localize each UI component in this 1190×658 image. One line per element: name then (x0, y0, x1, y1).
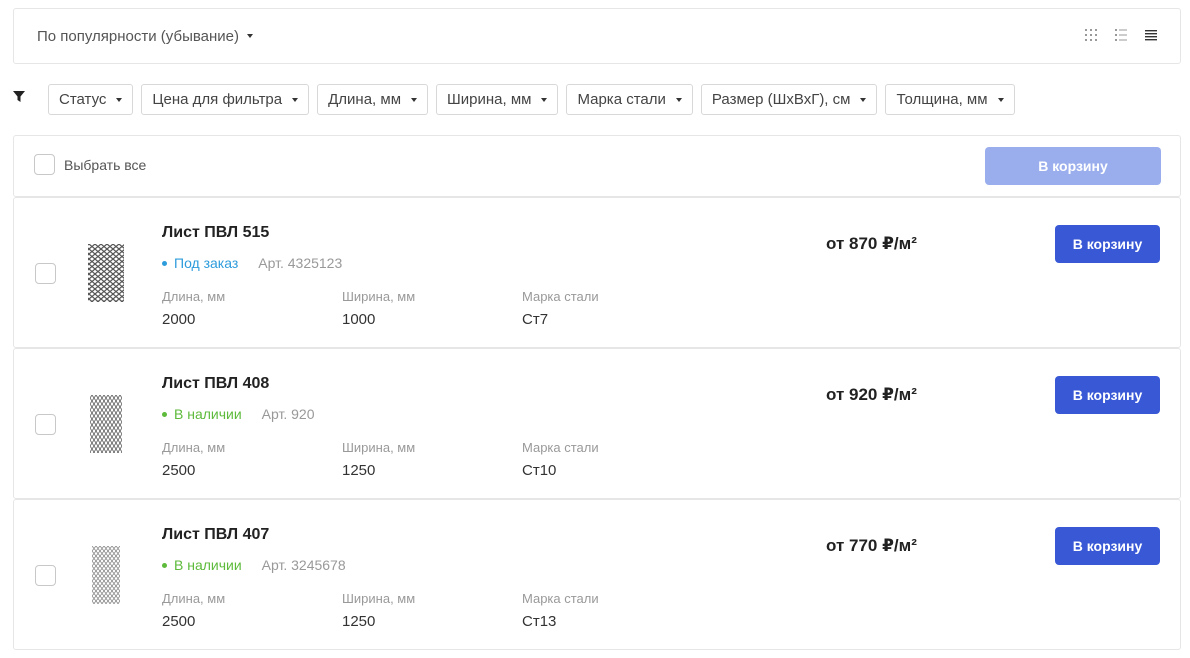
prop-value: Ст7 (522, 311, 549, 328)
filter-width[interactable]: Ширина, мм (436, 84, 559, 115)
view-switch (1084, 28, 1158, 42)
status-dot-icon (162, 260, 167, 266)
filter-label: Ширина, мм (447, 91, 532, 108)
product-checkbox[interactable] (35, 565, 56, 586)
caret-down-icon (541, 97, 548, 102)
select-all-checkbox[interactable] (34, 154, 55, 175)
prop-label: Длина, мм (162, 440, 226, 455)
filter-length[interactable]: Длина, мм (317, 84, 429, 115)
product-props: Длина, мм 2500 Ширина, мм 1250 Марка ста… (162, 591, 702, 630)
prop-length: Длина, мм 2500 (162, 591, 342, 630)
product-image[interactable] (86, 244, 126, 302)
caret-down-icon (675, 97, 682, 102)
product-status: В наличии Арт. 3245678 (162, 557, 346, 573)
prop-steel-grade: Марка стали Ст13 (522, 591, 702, 630)
product-article: Арт. 4325123 (258, 255, 343, 271)
prop-value: 1250 (342, 613, 376, 630)
prop-label: Ширина, мм (342, 289, 416, 304)
product-price: от 870 ₽/м² (826, 234, 917, 253)
filter-list: Статус Цена для фильтра Длина, мм Ширина… (48, 84, 1015, 115)
prop-width: Ширина, мм 1250 (342, 591, 522, 630)
sort-dropdown[interactable]: По популярности (убывание) (37, 28, 253, 45)
product-article: Арт. 3245678 (261, 557, 346, 573)
prop-length: Длина, мм 2500 (162, 440, 342, 479)
status-text: В наличии (174, 557, 242, 573)
filter-label: Статус (59, 91, 107, 108)
prop-value: 2500 (162, 462, 196, 479)
product-price: от 920 ₽/м² (826, 385, 917, 404)
prop-label: Длина, мм (162, 591, 226, 606)
add-to-cart-button[interactable]: В корзину (1055, 527, 1160, 565)
prop-label: Длина, мм (162, 289, 226, 304)
prop-value: 1250 (342, 462, 376, 479)
filter-icon[interactable] (13, 90, 25, 102)
product-row: Лист ПВЛ 515 Под заказ Арт. 4325123 Длин… (13, 197, 1181, 348)
product-price: от 770 ₽/м² (826, 536, 917, 555)
add-selected-to-cart-button[interactable]: В корзину (985, 147, 1161, 185)
caret-down-icon (860, 97, 867, 102)
product-status: Под заказ Арт. 4325123 (162, 255, 342, 271)
prop-value: Ст10 (522, 462, 557, 479)
add-to-cart-button[interactable]: В корзину (1055, 225, 1160, 263)
grid-view-icon[interactable] (1084, 28, 1098, 42)
sort-label: По популярности (убывание) (37, 27, 239, 45)
filter-label: Марка стали (577, 91, 666, 108)
prop-label: Марка стали (522, 289, 599, 304)
filter-label: Цена для фильтра (152, 91, 283, 108)
product-checkbox[interactable] (35, 414, 56, 435)
status-dot-icon (162, 562, 167, 568)
prop-width: Ширина, мм 1250 (342, 440, 522, 479)
filter-label: Толщина, мм (896, 91, 988, 108)
prop-value: 1000 (342, 311, 376, 328)
prop-value: 2000 (162, 311, 196, 328)
prop-label: Ширина, мм (342, 591, 416, 606)
add-to-cart-button[interactable]: В корзину (1055, 376, 1160, 414)
prop-width: Ширина, мм 1000 (342, 289, 522, 328)
product-title[interactable]: Лист ПВЛ 515 (162, 224, 269, 242)
caret-down-icon (997, 97, 1004, 102)
caret-down-icon (411, 97, 418, 102)
filter-steel-grade[interactable]: Марка стали (566, 84, 693, 115)
caret-down-icon (116, 97, 123, 102)
product-checkbox[interactable] (35, 263, 56, 284)
product-status: В наличии Арт. 920 (162, 406, 315, 422)
prop-label: Ширина, мм (342, 440, 416, 455)
table-view-icon[interactable] (1144, 28, 1158, 42)
filter-price[interactable]: Цена для фильтра (141, 84, 310, 115)
list-view-icon[interactable] (1114, 28, 1128, 42)
prop-label: Марка стали (522, 591, 599, 606)
status-text: В наличии (174, 406, 242, 422)
filter-status[interactable]: Статус (48, 84, 134, 115)
select-all-label: Выбрать все (64, 157, 147, 173)
prop-value: Ст13 (522, 613, 557, 630)
prop-steel-grade: Марка стали Ст10 (522, 440, 702, 479)
filters-bar: Статус Цена для фильтра Длина, мм Ширина… (13, 84, 1181, 115)
product-row: Лист ПВЛ 408 В наличии Арт. 920 Длина, м… (13, 348, 1181, 499)
product-image[interactable] (86, 395, 126, 453)
caret-down-icon (292, 97, 299, 102)
product-props: Длина, мм 2500 Ширина, мм 1250 Марка ста… (162, 440, 702, 479)
prop-label: Марка стали (522, 440, 599, 455)
product-title[interactable]: Лист ПВЛ 407 (162, 526, 269, 544)
status-dot-icon (162, 411, 167, 417)
prop-length: Длина, мм 2000 (162, 289, 342, 328)
select-all-bar: Выбрать все В корзину (13, 135, 1181, 197)
filter-label: Длина, мм (328, 91, 402, 108)
filter-size[interactable]: Размер (ШхВхГ), см (700, 84, 878, 115)
filter-label: Размер (ШхВхГ), см (711, 91, 851, 108)
product-article: Арт. 920 (261, 406, 315, 422)
filter-thickness[interactable]: Толщина, мм (885, 84, 1015, 115)
prop-steel-grade: Марка стали Ст7 (522, 289, 702, 328)
prop-value: 2500 (162, 613, 196, 630)
sort-bar: По популярности (убывание) (13, 8, 1181, 64)
product-title[interactable]: Лист ПВЛ 408 (162, 375, 269, 393)
product-props: Длина, мм 2000 Ширина, мм 1000 Марка ста… (162, 289, 702, 328)
status-text: Под заказ (174, 255, 239, 271)
caret-down-icon (247, 34, 253, 38)
product-image[interactable] (86, 546, 126, 604)
product-row: Лист ПВЛ 407 В наличии Арт. 3245678 Длин… (13, 499, 1181, 650)
